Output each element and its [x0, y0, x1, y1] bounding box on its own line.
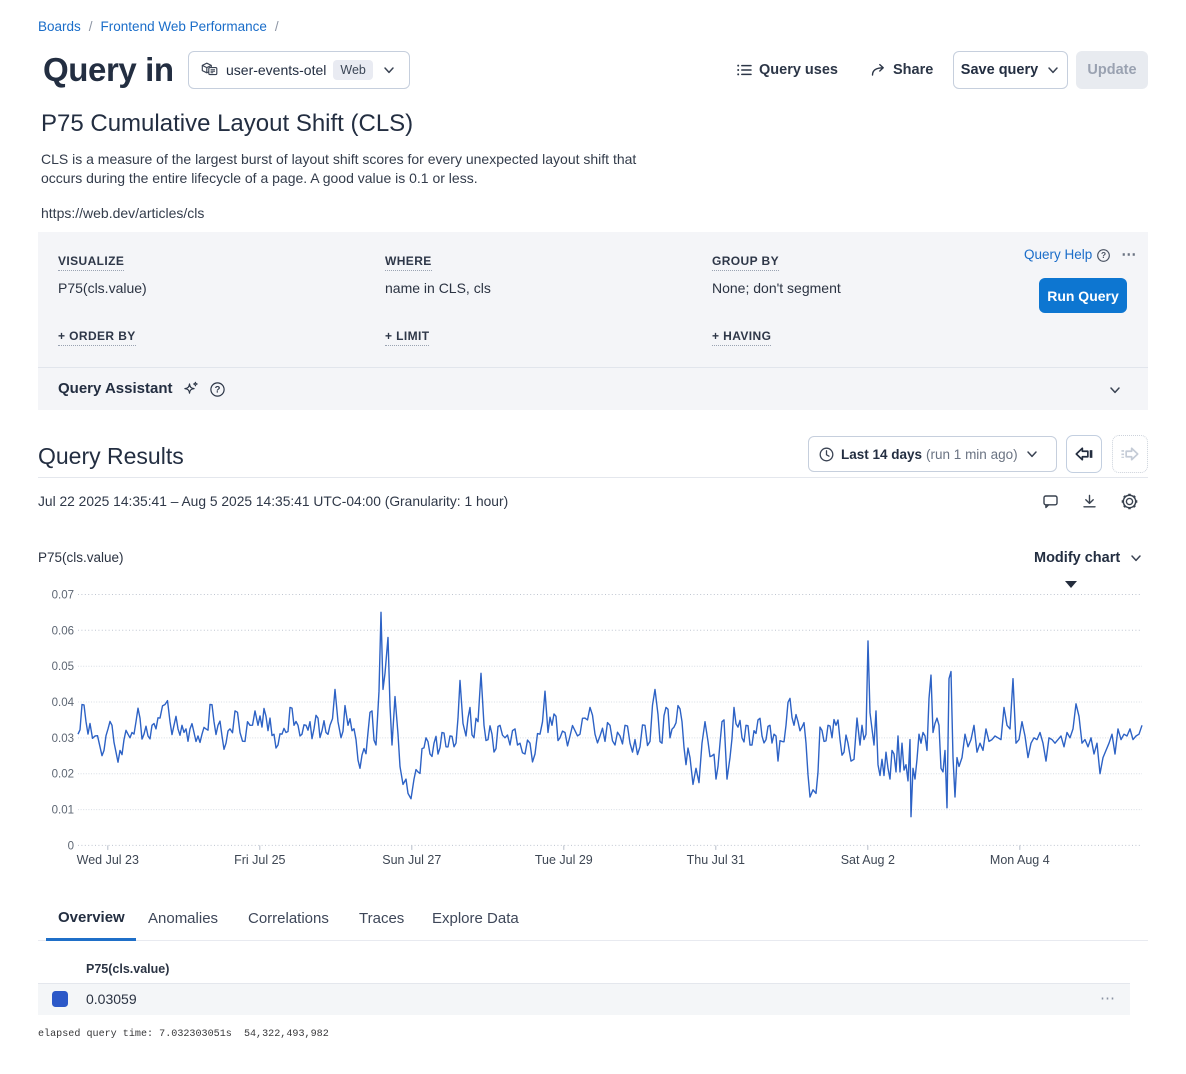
svg-text:0.01: 0.01 [52, 805, 74, 817]
svg-text:0.02: 0.02 [52, 769, 74, 781]
svg-text:Thu Jul 31: Thu Jul 31 [687, 853, 745, 867]
svg-text:Mon Aug 4: Mon Aug 4 [990, 853, 1050, 867]
svg-text:Tue Jul 29: Tue Jul 29 [535, 853, 593, 867]
svg-text:0.07: 0.07 [52, 590, 74, 602]
svg-text:Sun Jul 27: Sun Jul 27 [382, 853, 441, 867]
svg-text:0.05: 0.05 [52, 661, 74, 673]
svg-text:Sat Aug 2: Sat Aug 2 [841, 853, 895, 867]
svg-text:Wed Jul 23: Wed Jul 23 [77, 853, 139, 867]
svg-text:0: 0 [68, 840, 74, 852]
svg-text:?: ? [214, 384, 220, 395]
svg-text:0.03: 0.03 [52, 733, 74, 745]
svg-text:Fri Jul 25: Fri Jul 25 [234, 853, 285, 867]
svg-text:0.04: 0.04 [52, 697, 75, 709]
svg-text:?: ? [1101, 250, 1106, 260]
svg-text:0.06: 0.06 [52, 625, 74, 637]
